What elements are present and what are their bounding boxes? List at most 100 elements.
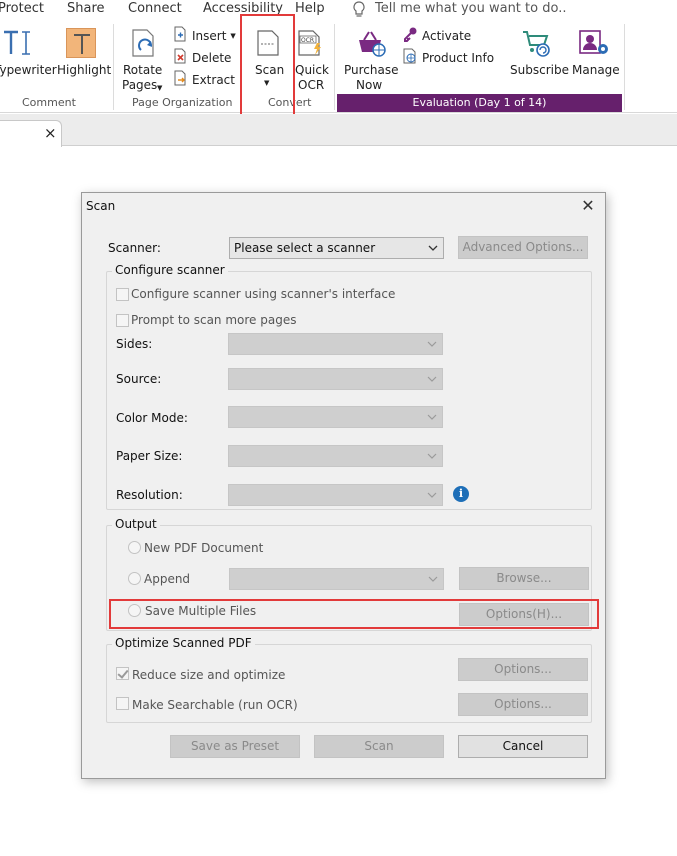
reduce-size-checkbox[interactable] — [116, 667, 129, 680]
quick-ocr-button[interactable]: OCR Quick OCR — [293, 22, 329, 94]
ocr-icon — [297, 29, 325, 60]
typewriter-label: Typewriter — [0, 63, 57, 77]
subscribe-label: Subscribe — [510, 63, 569, 77]
pages-label: Pages — [122, 78, 158, 92]
manage-button[interactable]: Manage — [569, 22, 620, 94]
key-icon — [402, 26, 418, 45]
extract-label: Extract — [192, 72, 235, 87]
insert-button[interactable]: Insert ▼ — [172, 26, 236, 45]
output-group-title: Output — [112, 517, 160, 531]
extract-page-icon — [172, 70, 188, 89]
highlight-label: Highlight — [57, 63, 112, 77]
paper-size-select[interactable] — [228, 445, 443, 467]
chevron-down-icon — [428, 245, 438, 251]
rotate-pages-icon — [129, 28, 159, 63]
highlight-button[interactable]: Highlight — [55, 22, 111, 92]
source-select[interactable] — [228, 368, 443, 390]
comment-group-label: Comment — [22, 96, 76, 109]
rotate-dropdown-icon: ▼ — [157, 84, 163, 92]
scan-button[interactable]: Scan — [314, 735, 444, 758]
configure-scanner-title: Configure scanner — [112, 263, 228, 277]
menu-share[interactable]: Share — [67, 1, 105, 16]
source-label: Source: — [116, 372, 162, 386]
color-mode-select[interactable] — [228, 406, 443, 428]
paper-size-label: Paper Size: — [116, 449, 183, 463]
menu-help[interactable]: Help — [295, 1, 325, 16]
quick-label: Quick — [295, 63, 329, 77]
reduce-size-label: Reduce size and optimize — [132, 668, 286, 682]
configure-scanner-group: Configure scanner — [106, 263, 592, 510]
sides-select[interactable] — [228, 333, 443, 355]
scanner-select[interactable]: Please select a scanner — [229, 237, 444, 259]
typewriter-icon — [2, 28, 36, 61]
make-searchable-checkbox[interactable] — [116, 697, 129, 710]
menu-protect[interactable]: Protect — [0, 1, 44, 16]
product-info-button[interactable]: Product Info — [402, 48, 494, 67]
rotate-label: Rotate — [123, 63, 163, 77]
save-multiple-highlight-box — [109, 599, 599, 629]
prompt-more-label: Prompt to scan more pages — [131, 313, 297, 327]
document-tab[interactable]: × — [0, 120, 62, 147]
configure-interface-label: Configure scanner using scanner's interf… — [131, 287, 396, 301]
chevron-down-icon — [427, 341, 437, 347]
chevron-down-icon — [427, 453, 437, 459]
advanced-options-button[interactable]: Advanced Options... — [458, 236, 588, 259]
prompt-more-checkbox[interactable] — [116, 314, 129, 327]
activate-button[interactable]: Activate — [402, 26, 471, 45]
make-searchable-label: Make Searchable (run OCR) — [132, 698, 298, 712]
insert-label: Insert — [192, 28, 227, 43]
subscribe-button[interactable]: Subscribe — [505, 22, 569, 94]
optimize-group-title: Optimize Scanned PDF — [112, 636, 255, 650]
tell-me-search[interactable]: Tell me what you want to do.. — [375, 1, 566, 16]
highlight-icon — [66, 28, 96, 58]
manage-label: Manage — [572, 63, 620, 77]
user-gear-icon — [578, 28, 610, 61]
tab-close-icon[interactable]: × — [44, 124, 57, 142]
cart-refresh-icon — [521, 28, 551, 61]
append-label: Append — [144, 572, 191, 586]
shopping-basket-icon — [356, 28, 386, 61]
append-select[interactable] — [229, 568, 444, 590]
chevron-down-icon — [427, 376, 437, 382]
dialog-close-icon[interactable]: ✕ — [579, 195, 597, 217]
purchase-now-button[interactable]: Purchase Now — [340, 22, 399, 94]
ribbon: Typewriter Highlight Comment Rotate Page… — [0, 20, 677, 113]
delete-label: Delete — [192, 50, 232, 65]
scanner-select-value: Please select a scanner — [234, 241, 376, 255]
page-organization-group-label: Page Organization — [132, 96, 233, 109]
lightbulb-icon — [352, 1, 366, 21]
cancel-button[interactable]: Cancel — [458, 735, 588, 758]
resolution-select[interactable] — [228, 484, 443, 506]
now-label: Now — [356, 78, 383, 92]
dialog-title: Scan — [86, 199, 116, 213]
rotate-pages-button[interactable]: Rotate Pages ▼ — [119, 22, 167, 94]
delete-page-icon — [172, 48, 188, 67]
ocr-options-button[interactable]: Options... — [458, 693, 588, 716]
typewriter-button[interactable]: Typewriter — [0, 22, 57, 92]
color-mode-label: Color Mode: — [116, 411, 188, 425]
menu-bar: Protect Share Connect Accessibility Help… — [0, 0, 677, 20]
resolution-label: Resolution: — [116, 488, 183, 502]
new-pdf-radio[interactable] — [128, 541, 141, 554]
reduce-options-button[interactable]: Options... — [458, 658, 588, 681]
ocr-label: OCR — [298, 78, 325, 92]
chevron-down-icon — [427, 414, 437, 420]
configure-interface-checkbox[interactable] — [116, 288, 129, 301]
product-info-label: Product Info — [422, 50, 495, 65]
append-radio[interactable] — [128, 572, 141, 585]
new-pdf-label: New PDF Document — [144, 541, 264, 555]
save-as-preset-button[interactable]: Save as Preset — [170, 735, 300, 758]
browse-button[interactable]: Browse... — [459, 567, 589, 590]
delete-button[interactable]: Delete — [172, 48, 231, 67]
activate-label: Activate — [422, 28, 472, 43]
globe-page-icon — [402, 48, 418, 67]
scan-highlight-box — [240, 14, 295, 117]
menu-connect[interactable]: Connect — [128, 1, 182, 16]
chevron-down-icon — [427, 492, 437, 498]
document-tab-strip: × — [0, 114, 677, 147]
chevron-down-icon — [428, 576, 438, 582]
extract-button[interactable]: Extract — [172, 70, 235, 89]
info-icon[interactable]: i — [453, 486, 469, 502]
ocr-badge-text: OCR — [301, 37, 315, 44]
insert-dropdown-icon: ▼ — [230, 31, 236, 40]
